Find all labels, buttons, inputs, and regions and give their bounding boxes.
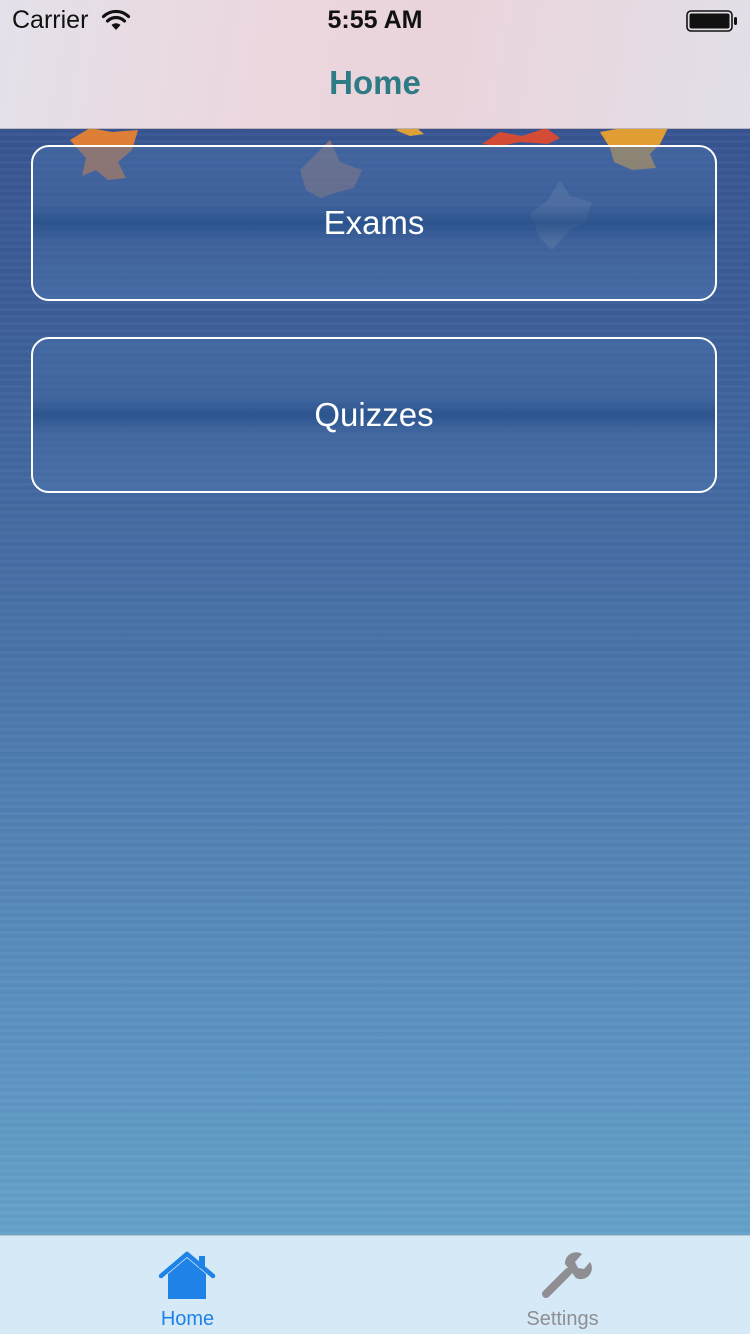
- status-bar: Carrier 5:55 AM: [0, 0, 750, 40]
- battery-full-icon: [686, 10, 737, 32]
- exams-button[interactable]: Exams: [31, 145, 717, 301]
- tab-home-label: Home: [160, 1308, 215, 1330]
- tab-bar: Home Settings: [0, 1235, 750, 1334]
- quizzes-button-label: Quizzes: [314, 396, 434, 433]
- exams-button-label: Exams: [323, 204, 425, 241]
- quizzes-button[interactable]: Quizzes: [31, 337, 717, 493]
- tab-settings-label: Settings: [526, 1308, 599, 1330]
- status-time: 5:55 AM: [327, 6, 423, 34]
- red-leaf-icon: [482, 128, 560, 146]
- home-icon: [158, 1251, 216, 1299]
- page-title: Home: [329, 64, 421, 101]
- tab-settings[interactable]: Settings: [375, 1236, 750, 1334]
- wrench-icon: [542, 1252, 592, 1298]
- screen: Carrier 5:55 AM Home Exams Quizzes Home …: [0, 0, 750, 1334]
- navigation-bar: Carrier 5:55 AM Home: [0, 0, 750, 129]
- tab-home[interactable]: Home: [0, 1236, 375, 1334]
